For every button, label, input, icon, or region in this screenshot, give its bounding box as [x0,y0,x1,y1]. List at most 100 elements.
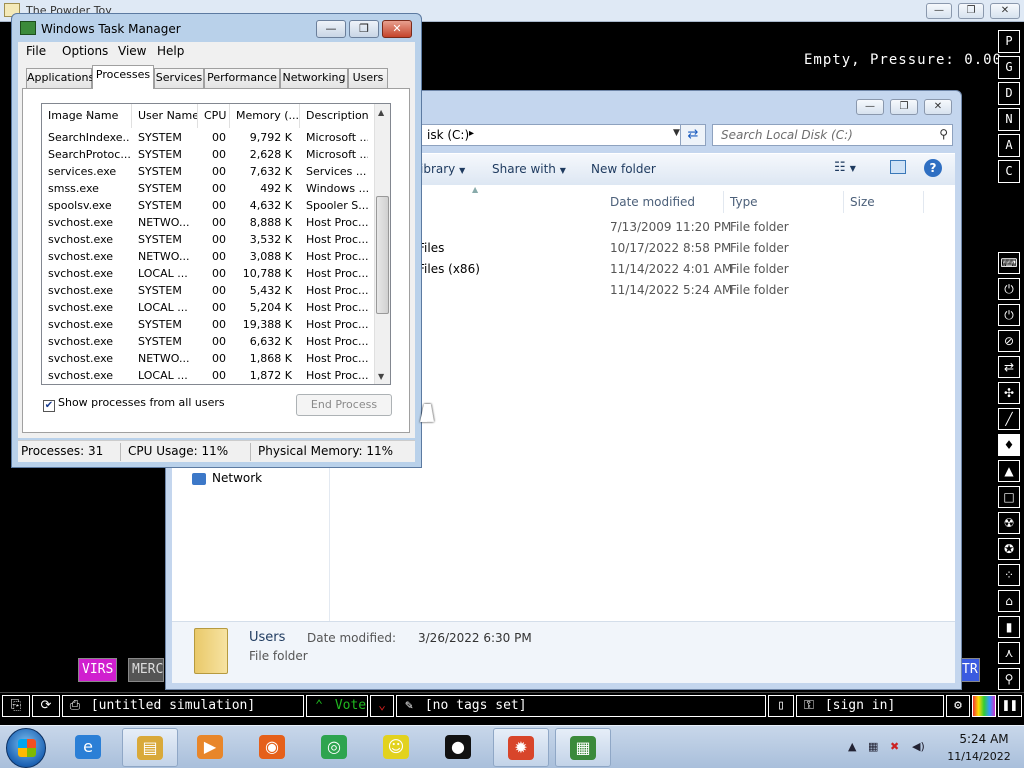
sign-in-button[interactable]: ⚿ [sign in] [796,695,944,717]
scrollbar-thumb[interactable] [376,196,389,314]
open-save-icon[interactable]: ⎘ [2,695,30,717]
column-user-name[interactable]: User Name [132,104,198,128]
file-row[interactable]: 7/13/2009 11:20 PM File folder [332,217,932,237]
speaker-icon[interactable]: ◀) [912,740,925,753]
tab-networking[interactable]: Networking [280,68,348,88]
process-row[interactable]: smss.exe SYSTEM 00 492 K Windows ... [42,180,376,197]
end-process-button[interactable]: End Process [296,394,392,416]
process-row[interactable]: svchost.exe LOCAL ... 00 1,872 K Host Proc..… [42,367,376,384]
search-icon[interactable]: ⚲ [998,668,1020,690]
refresh-icon[interactable]: ⇄ [680,124,706,146]
tags-button[interactable]: ✎ [no tags set] [396,695,766,717]
taskbar-app-button[interactable]: ▤ [122,728,178,767]
new-folder-button[interactable]: New folder [591,162,656,176]
breadcrumb-arrow-icon[interactable]: ▸ [469,128,474,139]
sidebar-button-p[interactable]: P [998,30,1020,53]
taskbar-app-button[interactable]: ◉ [245,728,301,767]
close-button[interactable]: ✕ [990,3,1020,19]
process-row[interactable]: services.exe SYSTEM 00 7,632 K Services ... [42,163,376,180]
explorer-close-button[interactable]: ✕ [924,99,952,115]
close-button[interactable]: ✕ [382,20,412,38]
life-icon[interactable]: ⌂ [998,590,1020,612]
tab-users[interactable]: Users [348,68,388,88]
help-icon[interactable]: ? [924,159,942,177]
column-size[interactable]: Size [844,191,924,213]
view-options-icon[interactable]: ☷ ▼ [834,160,856,175]
volume-muted-icon[interactable]: ✖ [890,740,899,753]
include-in-library-button[interactable]: ibrary ▼ [420,162,465,176]
process-list[interactable]: ▲ Image Name User Name CPU Memory (... D… [41,103,391,385]
address-dropdown-icon[interactable]: ▼ [673,128,680,138]
task-manager-window[interactable]: Windows Task Manager — ❐ ✕ File Options … [11,13,422,468]
wall-icon[interactable]: □ [998,486,1020,508]
taskbar-app-button[interactable]: ▶ [183,728,239,767]
checkbox-checked-icon[interactable]: ✔ [43,400,55,412]
menu-options[interactable]: Options [62,44,108,58]
process-row[interactable]: spoolsv.exe SYSTEM 00 4,632 K Spooler S... [42,197,376,214]
maximize-button[interactable]: ❐ [349,20,379,38]
show-all-processes-checkbox[interactable]: ✔ Show processes from all users [43,396,225,412]
show-hidden-icons-icon[interactable]: ▲ [848,740,856,753]
radiation-icon[interactable]: ☢ [998,512,1020,534]
preview-pane-icon[interactable] [890,160,906,174]
explorer-maximize-button[interactable]: ❐ [890,99,918,115]
tools-icon[interactable]: ⋏ [998,642,1020,664]
report-icon[interactable]: ▯ [768,695,794,717]
reload-icon[interactable]: ⟳ [32,695,60,717]
particles-icon[interactable]: ⁘ [998,564,1020,586]
process-row[interactable]: svchost.exe NETWO... 00 1,868 K Host Proc... [42,350,376,367]
scroll-up-icon[interactable]: ▲ [378,108,384,117]
star-icon[interactable]: ✪ [998,538,1020,560]
flask-icon[interactable]: ▲ [998,460,1020,482]
column-date-modified[interactable]: Date modified [604,191,724,213]
taskbar-app-button[interactable]: ● [431,728,487,767]
minimize-button[interactable]: — [926,3,952,19]
tab-performance[interactable]: Performance [204,68,280,88]
menu-file[interactable]: File [26,44,46,58]
process-row[interactable]: svchost.exe LOCAL ... 00 10,788 K Host Proc.… [42,265,376,282]
tab-applications[interactable]: Applications [26,68,94,88]
menu-view[interactable]: View [118,44,146,58]
taskbar-app-button[interactable]: ▦ [555,728,611,767]
process-list-scrollbar[interactable]: ▲ ▼ [374,104,390,384]
pause-icon[interactable]: ❚❚ [998,695,1022,717]
clock-date[interactable]: 11/14/2022 [944,750,1014,763]
flame-icon[interactable]: ♦ [998,434,1020,456]
sidebar-button-g[interactable]: G [998,56,1020,79]
tab-services[interactable]: Services [154,68,204,88]
power-icon[interactable]: ⏻ [998,304,1020,326]
column-memory[interactable]: Memory (... [230,104,300,128]
explosion-icon[interactable]: ✣ [998,382,1020,404]
process-row[interactable]: svchost.exe LOCAL ... 00 5,204 K Host Proc..… [42,299,376,316]
process-row[interactable]: svchost.exe SYSTEM 00 5,432 K Host Proc... [42,282,376,299]
network-tray-icon[interactable]: ▦ [868,740,878,753]
gauge-icon[interactable]: ⊘ [998,330,1020,352]
minimize-button[interactable]: — [316,20,346,38]
explorer-minimize-button[interactable]: — [856,99,884,115]
sidebar-button-n[interactable]: N [998,108,1020,131]
share-with-button[interactable]: Share with ▼ [492,162,566,176]
settings-icon[interactable]: ⚙ [946,695,970,717]
clock-time[interactable]: 5:24 AM [954,732,1014,746]
menu-help[interactable]: Help [157,44,184,58]
vote-down-icon[interactable]: ⌄ [370,695,394,717]
process-row[interactable]: SearchIndexe... SYSTEM 00 9,792 K Microsoft … [42,129,376,146]
column-description[interactable]: Description [300,104,376,128]
process-row[interactable]: svchost.exe SYSTEM 00 6,632 K Host Proc... [42,333,376,350]
wand-icon[interactable]: ╱ [998,408,1020,430]
keyboard-icon[interactable]: ⌨ [998,252,1020,274]
search-icon[interactable]: ⚲ [939,127,948,141]
color-picker-icon[interactable] [972,695,996,717]
column-cpu[interactable]: CPU [198,104,230,128]
save-simulation-button[interactable]: ⎙ [untitled simulation] [62,695,304,717]
process-row[interactable]: svchost.exe NETWO... 00 8,888 K Host Proc... [42,214,376,231]
sidebar-button-c[interactable]: C [998,160,1020,183]
sidebar-button-a[interactable]: A [998,134,1020,157]
sidebar-button-d[interactable]: D [998,82,1020,105]
task-manager-titlebar[interactable]: Windows Task Manager — ❐ ✕ [12,14,421,42]
start-button[interactable] [6,728,46,768]
maximize-button[interactable]: ❐ [958,3,984,19]
nav-item-network[interactable]: Network [192,471,262,485]
plug-icon[interactable]: ⏻ [998,278,1020,300]
arrows-icon[interactable]: ⇄ [998,356,1020,378]
